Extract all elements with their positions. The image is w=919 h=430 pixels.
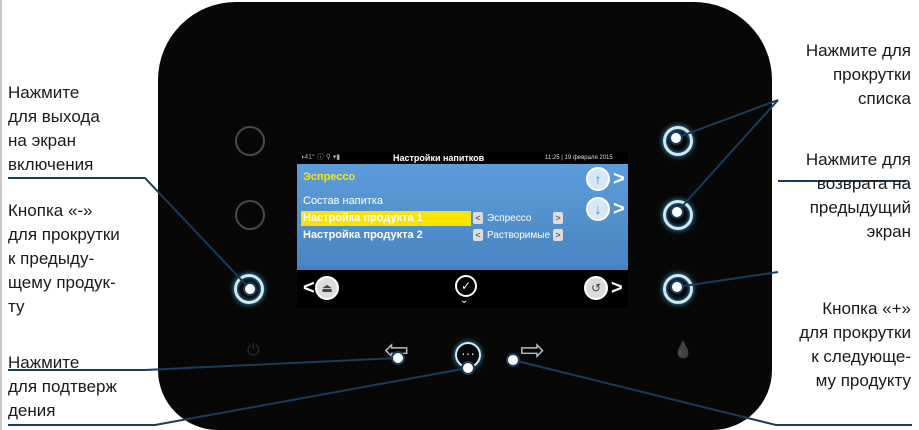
callout-back: Нажмите для возврата на предыдущий экран <box>805 150 911 241</box>
leader-lines <box>8 99 912 426</box>
callout-plus: Кнопка «+» для прокрутки к следующе- му … <box>799 299 911 390</box>
callout-minus: Кнопка «-» для прокрутки к предыду- щему… <box>8 201 120 316</box>
callout-exit: Нажмите для выхода на экран включения <box>8 83 100 174</box>
callout-scroll: Нажмите для прокрутки списка <box>805 41 911 108</box>
callout-confirm: Нажмите для подтверж дения <box>8 353 117 420</box>
